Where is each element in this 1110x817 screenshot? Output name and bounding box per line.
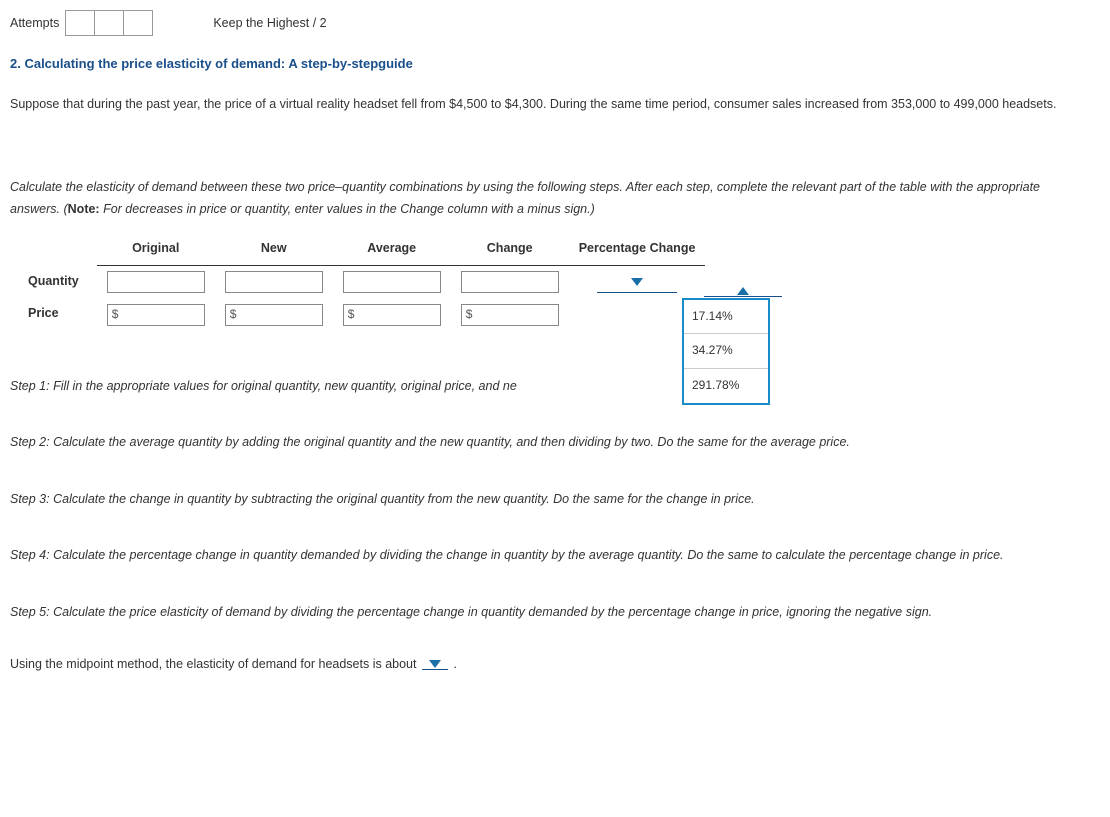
quantity-original-input[interactable] xyxy=(107,271,205,293)
dollar-prefix: $ xyxy=(344,304,359,326)
step-5: Step 5: Calculate the price elasticity o… xyxy=(10,601,1090,624)
step-3: Step 3: Calculate the change in quantity… xyxy=(10,488,1090,511)
final-sentence: Using the midpoint method, the elasticit… xyxy=(10,653,1100,676)
note-label: Note: xyxy=(68,202,100,216)
calc-table-wrap: Original New Average Change Percentage C… xyxy=(10,233,1100,331)
top-bar: Attempts Keep the Highest / 2 xyxy=(10,10,1100,36)
final-pre: Using the midpoint method, the elasticit… xyxy=(10,657,420,671)
price-change-input[interactable]: $ xyxy=(461,304,559,326)
instruction-note: For decreases in price or quantity, ente… xyxy=(100,202,595,216)
final-post: . xyxy=(450,657,457,671)
chevron-down-icon xyxy=(631,278,643,286)
instruction-text: Calculate the elasticity of demand betwe… xyxy=(10,176,1090,221)
step-4: Step 4: Calculate the percentage change … xyxy=(10,544,1090,567)
keep-highest-label: Keep the Highest / 2 xyxy=(213,12,326,35)
col-average: Average xyxy=(333,233,451,266)
dollar-prefix: $ xyxy=(108,304,123,326)
col-change: Change xyxy=(451,233,569,266)
question-title: 2. Calculating the price elasticity of d… xyxy=(10,52,1100,75)
calc-table: Original New Average Change Percentage C… xyxy=(10,233,705,331)
chevron-up-icon xyxy=(737,287,749,295)
col-original: Original xyxy=(97,233,215,266)
attempt-box-1[interactable] xyxy=(65,10,95,36)
quantity-pct-change-dropdown[interactable] xyxy=(597,273,677,293)
col-new: New xyxy=(215,233,333,266)
step-2: Step 2: Calculate the average quantity b… xyxy=(10,431,1090,454)
row-quantity-label: Quantity xyxy=(10,266,97,299)
price-original-input[interactable]: $ xyxy=(107,304,205,326)
step-1: Step 1: Fill in the appropriate values f… xyxy=(10,375,1090,398)
dollar-prefix: $ xyxy=(226,304,241,326)
price-new-input[interactable]: $ xyxy=(225,304,323,326)
price-average-input[interactable]: $ xyxy=(343,304,441,326)
chevron-down-icon xyxy=(429,660,441,668)
elasticity-answer-dropdown[interactable] xyxy=(422,660,448,670)
col-pct-change: Percentage Change xyxy=(569,233,706,266)
quantity-change-input[interactable] xyxy=(461,271,559,293)
dropdown-option-2[interactable]: 34.27% xyxy=(684,334,768,369)
quantity-new-input[interactable] xyxy=(225,271,323,293)
intro-text: Suppose that during the past year, the p… xyxy=(10,93,1090,116)
dollar-prefix: $ xyxy=(462,304,477,326)
quantity-average-input[interactable] xyxy=(343,271,441,293)
attempts-label: Attempts xyxy=(10,12,59,35)
price-pct-change-dropdown-open: 17.14% 34.27% 291.78% xyxy=(682,287,782,405)
row-price-label: Price xyxy=(10,298,97,331)
table-corner xyxy=(10,233,97,266)
attempt-boxes xyxy=(65,10,153,36)
attempt-box-3[interactable] xyxy=(123,10,153,36)
attempt-box-2[interactable] xyxy=(94,10,124,36)
dropdown-list: 17.14% 34.27% 291.78% xyxy=(682,298,770,405)
dropdown-option-3[interactable]: 291.78% xyxy=(684,369,768,403)
price-pct-change-trigger[interactable] xyxy=(704,287,782,297)
dropdown-option-1[interactable]: 17.14% xyxy=(684,300,768,335)
